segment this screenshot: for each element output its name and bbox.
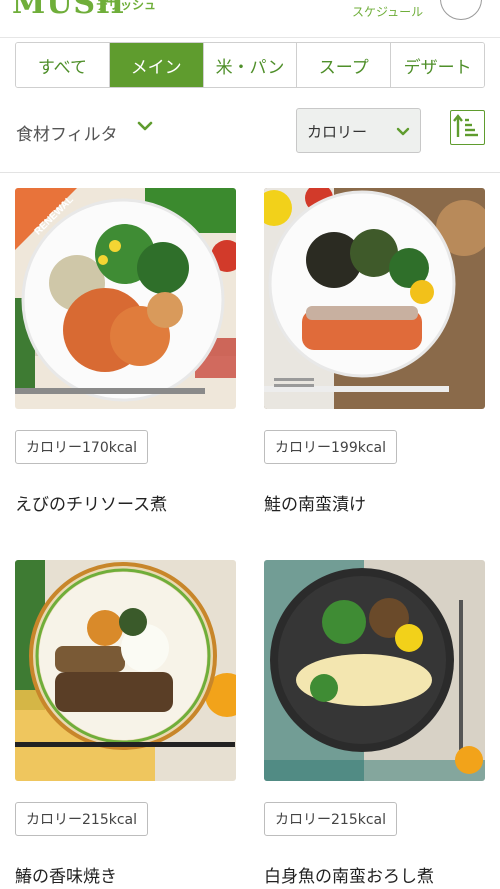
calorie-badge: カロリー215kcal [15, 802, 148, 836]
tab-rice-bread[interactable]: 米・パン [203, 43, 298, 87]
calorie-badge: カロリー199kcal [264, 430, 397, 464]
tab-soup[interactable]: スープ [297, 43, 392, 87]
menu-item-name[interactable]: 白身魚の南蛮おろし煮 [264, 862, 434, 887]
sort-ascending-icon [453, 114, 478, 137]
menu-item-name[interactable]: えびのチリソース煮 [15, 490, 167, 515]
sort-select[interactable]: カロリー [296, 108, 421, 153]
chevron-down-icon[interactable] [137, 118, 153, 134]
brand-logo-sub: デリッシュ [96, 0, 157, 12]
menu-item-image[interactable] [264, 560, 485, 781]
section-divider [0, 172, 500, 173]
menu-item-name[interactable]: 鰆の香味焼き [15, 862, 117, 887]
tab-dessert[interactable]: デザート [391, 43, 484, 87]
menu-item-name[interactable]: 鮭の南蛮漬け [264, 490, 366, 515]
tab-all[interactable]: すべて [16, 43, 110, 87]
menu-button[interactable] [440, 0, 482, 20]
ingredient-filter-toggle[interactable]: 食材フィルタ [16, 120, 118, 145]
schedule-link[interactable]: スケジュール [352, 3, 423, 20]
calorie-badge: カロリー215kcal [264, 802, 397, 836]
calorie-badge: カロリー170kcal [15, 430, 148, 464]
tab-main[interactable]: メイン [109, 43, 204, 87]
sort-order-button[interactable] [450, 110, 485, 145]
sort-select-value: カロリー [307, 123, 368, 141]
menu-item-image[interactable]: RENEWAL [15, 188, 236, 409]
menu-item-image[interactable] [264, 188, 485, 409]
app-header: MUSH デリッシュ スケジュール [0, 0, 500, 38]
chevron-down-icon [396, 127, 410, 136]
category-tabs: すべて メイン 米・パン スープ デザート [15, 42, 485, 88]
menu-item-image[interactable] [15, 560, 236, 781]
